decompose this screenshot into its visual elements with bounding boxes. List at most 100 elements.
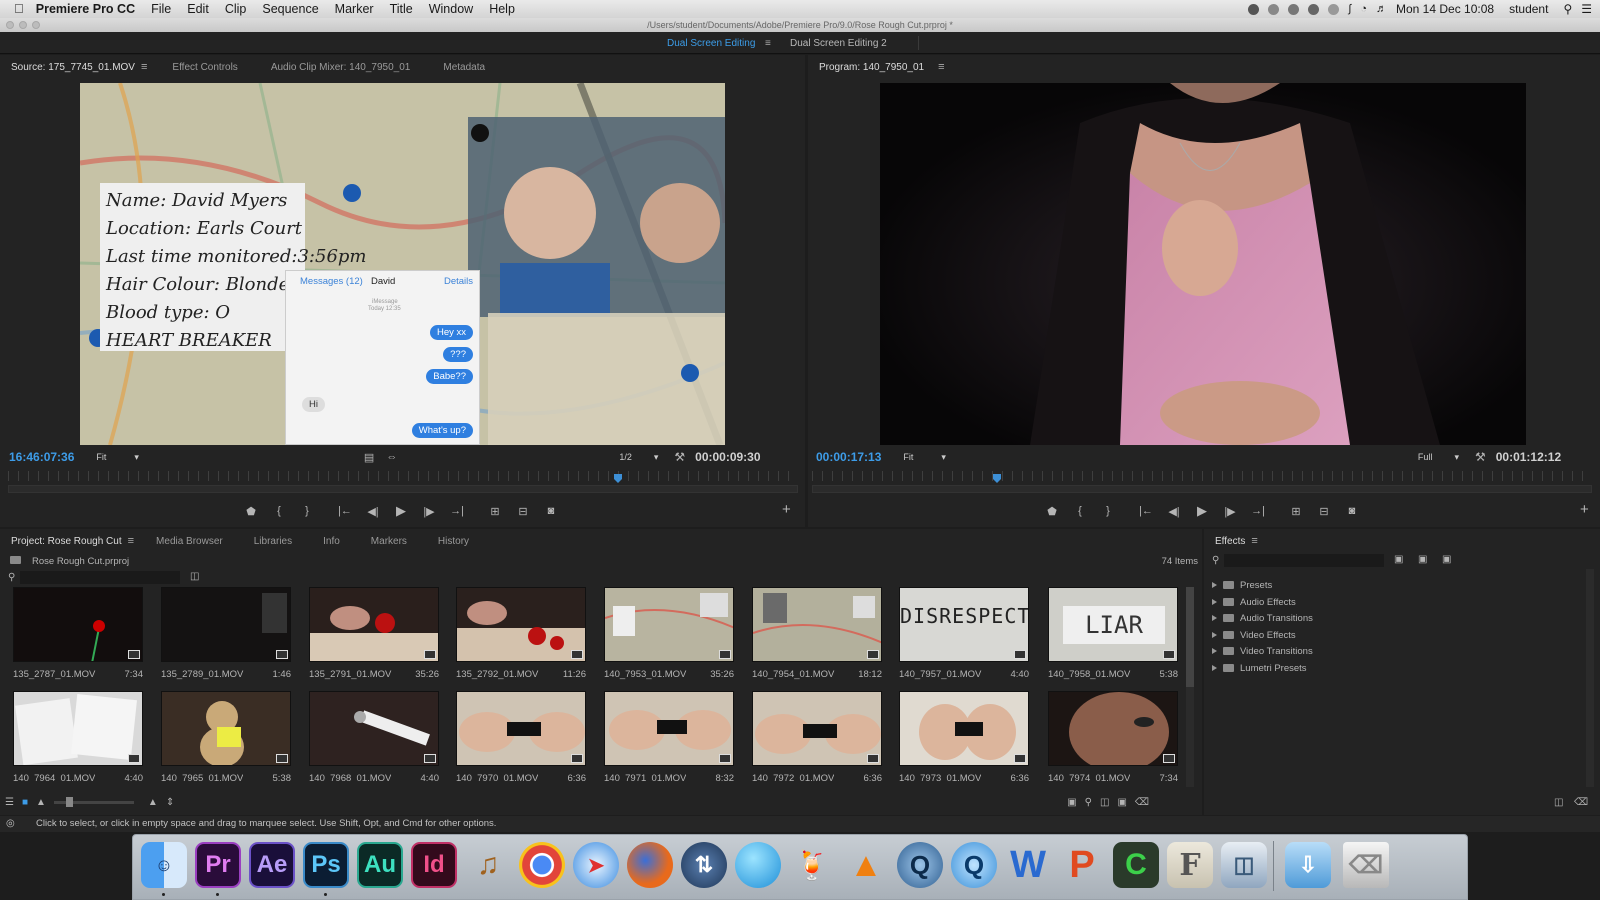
- extract-button[interactable]: ⊟: [1317, 505, 1331, 518]
- trash-icon[interactable]: ⌫: [1343, 842, 1389, 888]
- tab-project[interactable]: Project: Rose Rough Cut ≡: [0, 535, 145, 547]
- clip-thumb[interactable]: [604, 691, 734, 766]
- yuv-effects-icon[interactable]: ▣: [1442, 554, 1451, 565]
- workspace-tab-dual-screen-2[interactable]: Dual Screen Editing 2: [790, 38, 887, 49]
- clip-thumb[interactable]: DISRESPECT: [899, 587, 1029, 662]
- garageband-icon[interactable]: ♫: [465, 842, 511, 888]
- indesign-icon[interactable]: Id: [411, 842, 457, 888]
- lift-button[interactable]: ⊞: [1289, 505, 1303, 518]
- quicktime-x-icon[interactable]: Q: [951, 842, 997, 888]
- program-mark-in-button[interactable]: {: [1073, 505, 1087, 517]
- project-search-input[interactable]: [20, 571, 180, 584]
- program-resolution[interactable]: Full: [1418, 452, 1433, 462]
- menu-edit[interactable]: Edit: [179, 0, 217, 18]
- overwrite-button[interactable]: ⊟: [516, 505, 530, 518]
- after-effects-icon[interactable]: Ae: [249, 842, 295, 888]
- source-fit-label[interactable]: Fit: [96, 452, 106, 462]
- clip-thumb[interactable]: [13, 691, 143, 766]
- expand-icon[interactable]: [1212, 582, 1217, 588]
- clip-name[interactable]: 140_7974_01.MOV: [1048, 773, 1130, 782]
- menu-help[interactable]: Help: [481, 0, 523, 18]
- program-resolution-dropdown-icon[interactable]: ▾: [1454, 452, 1459, 463]
- program-fit-label[interactable]: Fit: [903, 452, 913, 462]
- clip-name[interactable]: 135_2789_01.MOV: [161, 669, 243, 680]
- menu-clip[interactable]: Clip: [217, 0, 255, 18]
- effects-item-video-effects[interactable]: Video Effects: [1212, 627, 1296, 643]
- clip-name[interactable]: 140_7958_01.MOV: [1048, 669, 1130, 680]
- tab-markers[interactable]: Markers: [351, 536, 418, 547]
- vlc-icon[interactable]: ▲: [843, 842, 889, 888]
- clip-thumb[interactable]: [309, 691, 439, 766]
- premiere-icon[interactable]: Pr: [195, 842, 241, 888]
- program-video-frame[interactable]: [880, 83, 1526, 445]
- expand-icon[interactable]: [1212, 615, 1217, 621]
- step-forward-button[interactable]: |▶: [422, 505, 436, 518]
- find-icon[interactable]: ⚲: [1085, 797, 1092, 808]
- audition-icon[interactable]: Au: [357, 842, 403, 888]
- program-play-button[interactable]: ▶: [1195, 503, 1209, 519]
- clip-thumb[interactable]: [752, 691, 882, 766]
- clip-thumb[interactable]: [13, 587, 143, 662]
- menu-marker[interactable]: Marker: [327, 0, 382, 18]
- go-to-in-button[interactable]: |←: [338, 505, 352, 517]
- source-drag-icon[interactable]: ⇔: [386, 451, 397, 463]
- tab-effects[interactable]: Effects ≡: [1204, 535, 1269, 547]
- step-back-button[interactable]: ◀|: [366, 505, 380, 518]
- clip-thumb[interactable]: [1048, 691, 1178, 766]
- effects-item-audio-transitions[interactable]: Audio Transitions: [1212, 610, 1313, 626]
- source-menu-icon[interactable]: ≡: [141, 61, 147, 73]
- downloads-folder-icon[interactable]: ⇩: [1285, 842, 1331, 888]
- 32bit-effects-icon[interactable]: ▣: [1418, 554, 1427, 565]
- new-bin-from-search-icon[interactable]: ◫: [190, 571, 199, 582]
- effects-scrollbar[interactable]: [1586, 569, 1594, 787]
- clip-name[interactable]: 140_7972_01.MOV: [752, 773, 834, 782]
- effects-item-lumetri-presets[interactable]: Lumetri Presets: [1212, 660, 1307, 676]
- clip-name[interactable]: 135_2792_01.MOV: [456, 669, 538, 680]
- clip-name[interactable]: 140_7954_01.MOV: [752, 669, 834, 680]
- quicktime-icon[interactable]: Q: [897, 842, 943, 888]
- tab-source[interactable]: Source: 175_7745_01.MOV ≡: [0, 61, 158, 73]
- program-menu-icon[interactable]: ≡: [938, 61, 944, 73]
- expand-icon[interactable]: [1212, 632, 1217, 638]
- insert-button[interactable]: ⊞: [488, 505, 502, 518]
- tab-history[interactable]: History: [418, 536, 480, 547]
- clear-icon[interactable]: ⌫: [1135, 797, 1149, 808]
- program-mark-out-button[interactable]: }: [1101, 505, 1115, 517]
- clip-thumb[interactable]: [899, 691, 1029, 766]
- icon-view-icon[interactable]: ■: [22, 797, 28, 808]
- expand-icon[interactable]: [1212, 599, 1217, 605]
- new-bin-icon[interactable]: ◫: [1100, 797, 1109, 808]
- workspace-menu-icon[interactable]: ≡: [765, 38, 771, 49]
- effects-item-presets[interactable]: Presets: [1212, 577, 1272, 593]
- source-fit-dropdown-icon[interactable]: ▾: [134, 452, 139, 463]
- preview-icon[interactable]: ◫: [1221, 842, 1267, 888]
- photoshop-icon[interactable]: Ps: [303, 842, 349, 888]
- program-button-editor[interactable]: +: [1580, 501, 1589, 518]
- source-time-ruler[interactable]: [8, 471, 798, 481]
- source-button-editor[interactable]: +: [782, 501, 791, 518]
- skype-icon[interactable]: [735, 842, 781, 888]
- bluetooth-icon[interactable]: ∫: [1348, 3, 1351, 15]
- freeform-view-icon[interactable]: ▲: [36, 797, 46, 808]
- program-step-back-button[interactable]: ◀|: [1167, 505, 1181, 518]
- wifi-icon[interactable]: ◔: [1360, 3, 1367, 15]
- tab-media-browser[interactable]: Media Browser: [145, 536, 234, 547]
- tab-metadata[interactable]: Metadata: [421, 62, 496, 73]
- program-step-forward-button[interactable]: |▶: [1223, 505, 1237, 518]
- export-frame-button[interactable]: ◙: [544, 505, 558, 517]
- thumbnail-size-slider[interactable]: [53, 796, 134, 807]
- minimize-window-button[interactable]: [19, 21, 27, 29]
- firefox-icon[interactable]: [627, 842, 673, 888]
- tab-info[interactable]: Info: [303, 536, 351, 547]
- clip-thumb[interactable]: [161, 691, 291, 766]
- tab-program[interactable]: Program: 140_7950_01 ≡: [808, 61, 956, 73]
- program-time-ruler[interactable]: [812, 471, 1592, 481]
- clip-thumb[interactable]: [752, 587, 882, 662]
- cocktail-icon[interactable]: 🍹: [789, 842, 835, 888]
- effects-delete-icon[interactable]: ⌫: [1574, 797, 1588, 808]
- clip-thumb[interactable]: [456, 691, 586, 766]
- clip-name[interactable]: 140_7965_01.MOV: [161, 773, 243, 782]
- go-to-out-button[interactable]: →|: [450, 505, 464, 517]
- display-icon[interactable]: [1308, 3, 1320, 15]
- clip-thumb[interactable]: [456, 587, 586, 662]
